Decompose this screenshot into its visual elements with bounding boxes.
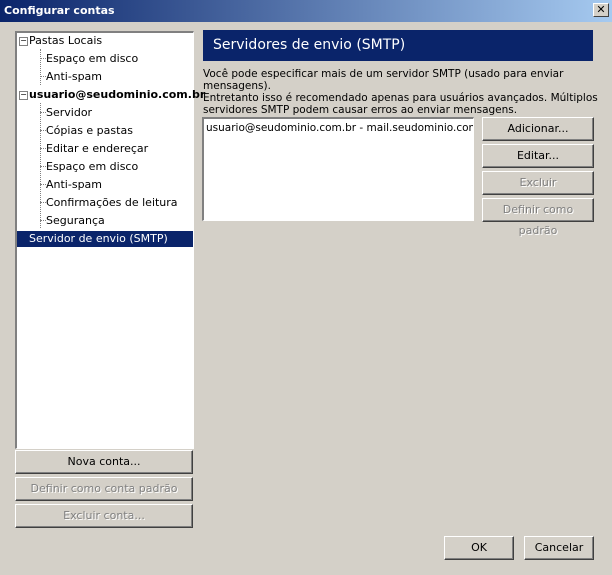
edit-button[interactable]: Editar... [482, 144, 594, 168]
tree-item-pastas-locais[interactable]: Pastas Locais [29, 33, 102, 49]
tree-item-confirmacoes-leitura[interactable]: Confirmações de leitura [46, 195, 178, 211]
close-icon: ✕ [596, 3, 606, 16]
tree-item-anti-spam-local[interactable]: Anti-spam [46, 69, 102, 85]
tree-item-anti-spam[interactable]: Anti-spam [46, 177, 102, 193]
delete-account-button[interactable]: Excluir conta... [15, 504, 193, 528]
description: Você pode especificar mais de um servido… [203, 68, 598, 116]
collapse-icon[interactable]: − [19, 37, 28, 46]
page-title: Servidores de envio (SMTP) [203, 30, 593, 61]
tree-item-servidor[interactable]: Servidor [46, 105, 92, 121]
tree-item-editar-enderecar[interactable]: Editar e endereçar [46, 141, 148, 157]
set-default-account-button[interactable]: Definir como conta padrão [15, 477, 193, 501]
add-button[interactable]: Adicionar... [482, 117, 594, 141]
ok-button[interactable]: OK [444, 536, 514, 560]
tree-item-espaco-disco[interactable]: Espaço em disco [46, 159, 138, 175]
smtp-server-list[interactable]: usuario@seudominio.com.br - mail.seudomi… [202, 117, 474, 221]
set-default-button[interactable]: Definir como padrão [482, 198, 594, 237]
collapse-icon[interactable]: − [19, 91, 28, 100]
tree-item-smtp[interactable]: Servidor de envio (SMTP) [17, 231, 193, 247]
tree-item-copias-pastas[interactable]: Cópias e pastas [46, 123, 133, 139]
description-line: Entretanto isso é recomendado apenas par… [203, 92, 598, 104]
account-tree[interactable]: − Pastas Locais Espaço em disco Anti-spa… [15, 31, 205, 449]
description-line: servidores SMTP podem causar erros ao en… [203, 104, 518, 116]
tree-line [40, 49, 41, 85]
tree-item-espaco-disco-local[interactable]: Espaço em disco [46, 51, 138, 67]
description-line: Você pode especificar mais de um servido… [203, 68, 564, 92]
cancel-button[interactable]: Cancelar [524, 536, 594, 560]
title-bar: Configurar contas ✕ [0, 0, 612, 22]
window-title: Configurar contas [4, 4, 115, 17]
delete-button[interactable]: Excluir [482, 171, 594, 195]
close-button[interactable]: ✕ [593, 3, 609, 17]
tree-item-account[interactable]: usuario@seudominio.com.br [29, 87, 205, 103]
list-item[interactable]: usuario@seudominio.com.br - mail.seudomi… [206, 122, 473, 134]
tree-item-seguranca[interactable]: Segurança [46, 213, 105, 229]
new-account-button[interactable]: Nova conta... [15, 450, 193, 474]
